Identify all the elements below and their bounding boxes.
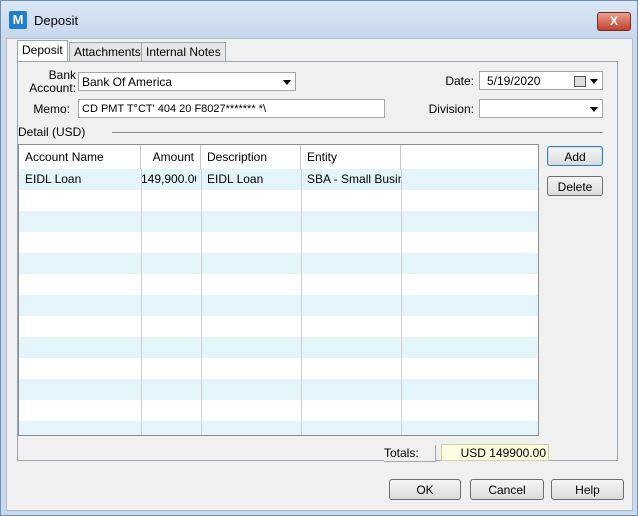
- date-value: 5/19/2020: [487, 74, 541, 88]
- close-button[interactable]: X: [597, 12, 631, 31]
- bank-account-value: Bank Of America: [82, 75, 173, 89]
- grid-header: Account Name Amount Description Entity: [19, 145, 538, 170]
- deposit-tab-panel: Bank Account: Bank Of America Date: 5/19…: [17, 61, 618, 461]
- date-field[interactable]: 5/19/2020: [479, 71, 603, 90]
- column-header-description[interactable]: Description: [201, 145, 301, 169]
- cell-amount[interactable]: 149,900.00: [141, 169, 196, 190]
- title-bar[interactable]: M Deposit X: [1, 1, 637, 39]
- tab-attachments[interactable]: Attachments: [69, 42, 146, 61]
- totals-value: USD 149900.00: [441, 444, 549, 461]
- tab-internal-notes[interactable]: Internal Notes: [141, 42, 226, 61]
- table-row[interactable]: [19, 232, 538, 253]
- table-row[interactable]: [19, 274, 538, 295]
- cell-entity[interactable]: SBA - Small Busines: [307, 169, 401, 190]
- bank-account-select[interactable]: Bank Of America: [78, 72, 296, 91]
- add-button[interactable]: Add: [547, 146, 603, 166]
- window-title: Deposit: [34, 13, 79, 28]
- table-row[interactable]: [19, 316, 538, 337]
- column-header-entity[interactable]: Entity: [301, 145, 401, 169]
- deposit-dialog: M Deposit X Deposit Attachments Internal…: [0, 0, 638, 516]
- column-header-account-name[interactable]: Account Name: [19, 145, 141, 169]
- table-row[interactable]: [19, 358, 538, 379]
- memo-label: Memo:: [33, 102, 70, 116]
- table-row[interactable]: EIDL Loan 149,900.00 EIDL Loan SBA - Sma…: [19, 169, 538, 190]
- chevron-down-icon[interactable]: [590, 79, 598, 84]
- detail-section-label: Detail (USD): [18, 125, 86, 139]
- table-row[interactable]: [19, 379, 538, 400]
- section-divider: [112, 132, 603, 133]
- table-row[interactable]: [19, 295, 538, 316]
- table-row[interactable]: [19, 211, 538, 232]
- ok-button[interactable]: OK: [389, 479, 461, 500]
- column-header-amount[interactable]: Amount: [141, 145, 201, 169]
- table-row[interactable]: [19, 337, 538, 358]
- help-button[interactable]: Help: [551, 479, 624, 500]
- column-divider: [301, 169, 302, 435]
- detail-grid[interactable]: Account Name Amount Description Entity E…: [18, 144, 539, 436]
- cancel-button[interactable]: Cancel: [470, 479, 544, 500]
- table-row[interactable]: [19, 190, 538, 211]
- tab-deposit[interactable]: Deposit: [17, 40, 68, 61]
- division-select[interactable]: [479, 99, 603, 118]
- chevron-down-icon[interactable]: [283, 80, 291, 85]
- delete-button[interactable]: Delete: [547, 176, 603, 196]
- bank-account-label-line1: Bank: [48, 68, 76, 82]
- calendar-icon[interactable]: [574, 76, 586, 87]
- chevron-down-icon[interactable]: [590, 107, 598, 112]
- division-label: Division:: [428, 102, 474, 116]
- column-divider: [201, 169, 202, 435]
- column-divider: [141, 169, 142, 435]
- cell-description[interactable]: EIDL Loan: [207, 169, 297, 190]
- dialog-body: Deposit Attachments Internal Notes Bank …: [6, 38, 633, 511]
- app-logo-icon: M: [9, 11, 27, 29]
- cell-account-name[interactable]: EIDL Loan: [25, 169, 137, 190]
- date-label: Date:: [445, 74, 474, 88]
- totals-label: Totals:: [384, 445, 436, 462]
- bank-account-label-line2: Account:: [29, 81, 76, 95]
- table-row[interactable]: [19, 421, 538, 435]
- table-row[interactable]: [19, 253, 538, 274]
- column-divider: [401, 169, 402, 435]
- table-row[interactable]: [19, 400, 538, 421]
- memo-input[interactable]: CD PMT T°CT' 404 20 F8027******* *\: [78, 99, 385, 118]
